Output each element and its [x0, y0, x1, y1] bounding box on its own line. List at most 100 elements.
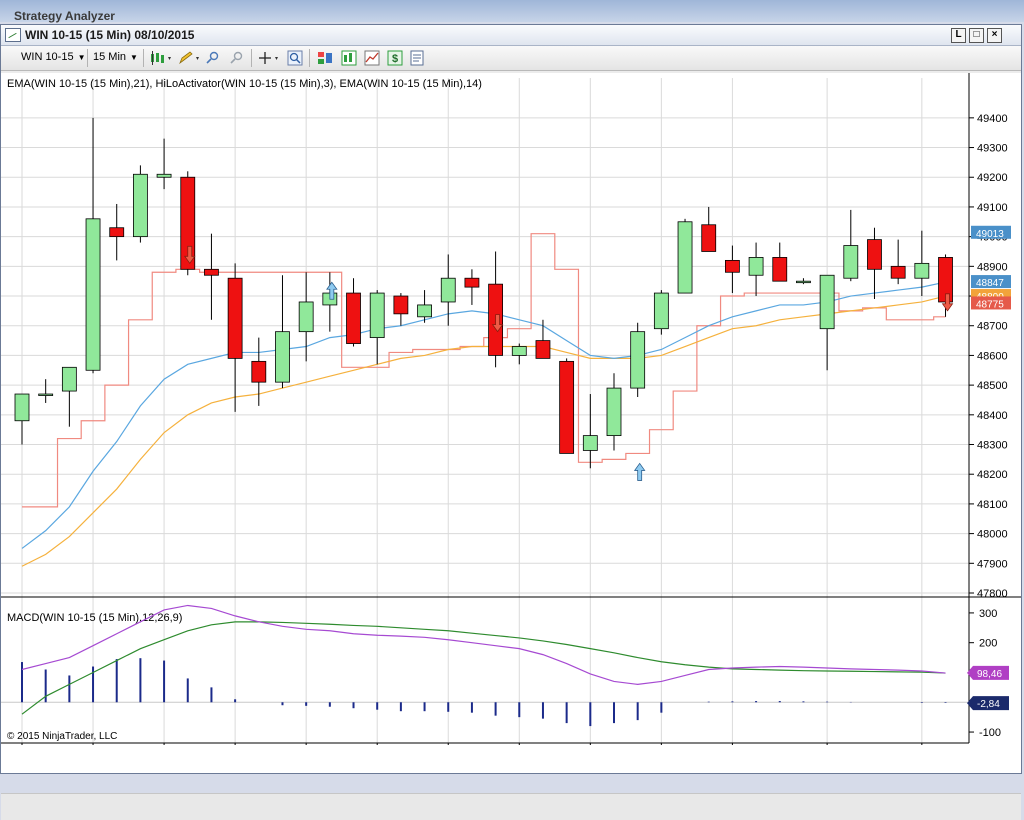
- price-tag-label: 48775: [976, 299, 1004, 310]
- candle-up: [369, 292, 385, 339]
- close-button[interactable]: ×: [987, 28, 1002, 43]
- candle-up: [156, 173, 172, 178]
- pencil-draw-icon[interactable]: [177, 50, 201, 66]
- y-tick-label: 48600: [977, 350, 1008, 362]
- toolbar-separator: [309, 49, 310, 67]
- chevron-down-icon: ▼: [130, 53, 138, 62]
- candle-down: [890, 265, 906, 279]
- macd-y-tick-label: 200: [979, 638, 997, 650]
- chart-window-icon: [5, 28, 21, 42]
- candle-up: [582, 435, 598, 451]
- chart-window: WIN 10-15 (15 Min) 08/10/2015 L □ × WIN …: [0, 24, 1022, 820]
- candle-down: [701, 224, 717, 252]
- candle-down: [464, 277, 480, 288]
- candle-up: [630, 331, 646, 389]
- chart-canvas[interactable]: 4940049300492004910049000489004880048700…: [1, 73, 1021, 760]
- candle-down: [227, 277, 243, 359]
- instrument-label: WIN 10-15: [21, 51, 74, 63]
- y-tick-label: 48300: [977, 440, 1008, 452]
- background-window-titlebar: Strategy Analyzer: [0, 0, 1024, 23]
- chart-window-title: WIN 10-15 (15 Min) 08/10/2015: [25, 28, 195, 42]
- candle-up: [38, 393, 54, 396]
- y-tick-label: 48100: [977, 499, 1008, 511]
- candlestick-style-icon[interactable]: [149, 50, 173, 66]
- data-box-icon[interactable]: [341, 50, 357, 66]
- chart-area[interactable]: 4940049300492004910049000489004880048700…: [1, 73, 1021, 820]
- toolbar-separator: [251, 49, 252, 67]
- candle-up: [843, 245, 859, 279]
- candle-up: [796, 280, 811, 284]
- price-tag-label: 49013: [976, 229, 1004, 240]
- candle-up: [440, 277, 456, 303]
- instrument-selector[interactable]: WIN 10-15 ▼: [21, 49, 86, 66]
- hilo-activator-line: [22, 233, 946, 508]
- maximize-button[interactable]: □: [969, 28, 984, 43]
- strategy-icon[interactable]: [317, 50, 333, 66]
- horizontal-scrollbar[interactable]: [1, 793, 1021, 820]
- candle-up: [298, 301, 314, 333]
- price-tag-label: 48847: [976, 278, 1004, 289]
- macd-line: [21, 621, 946, 715]
- candle-down: [772, 257, 788, 282]
- candle-down: [251, 360, 267, 383]
- y-tick-label: 48500: [977, 380, 1008, 392]
- y-tick-label: 47900: [977, 558, 1008, 570]
- candle-up: [275, 331, 290, 383]
- toolbar-separator: [87, 49, 88, 67]
- candle-down: [725, 259, 740, 273]
- background-window-title: Strategy Analyzer: [14, 9, 115, 23]
- candle-up: [677, 221, 693, 294]
- link-button[interactable]: L: [951, 28, 966, 43]
- add-indicator-icon[interactable]: [205, 50, 221, 66]
- candle-down: [346, 292, 361, 344]
- candle-up: [653, 292, 669, 330]
- template-icon[interactable]: [409, 50, 425, 66]
- y-tick-label: 48900: [977, 261, 1008, 273]
- y-tick-label: 48700: [977, 321, 1008, 333]
- candle-up: [417, 304, 432, 318]
- chart-titlebar[interactable]: WIN 10-15 (15 Min) 08/10/2015 L □ ×: [1, 25, 1021, 46]
- candle-down: [867, 239, 882, 270]
- copyright-label: © 2015 NinjaTrader, LLC: [7, 731, 117, 742]
- candle-up: [132, 173, 148, 238]
- svg-text:$: $: [392, 53, 398, 65]
- y-tick-label: 49400: [977, 113, 1008, 125]
- candle-up: [85, 218, 101, 371]
- candle-down: [393, 295, 409, 315]
- candle-up: [748, 257, 764, 276]
- y-tick-label: 47800: [977, 588, 1008, 600]
- candle-up: [14, 393, 30, 422]
- y-tick-label: 48000: [977, 529, 1008, 541]
- chart-toolbar: WIN 10-15 ▼ 15 Min ▼ $: [1, 46, 1021, 71]
- chevron-down-icon: ▼: [77, 53, 86, 62]
- interval-label: 15 Min: [93, 51, 127, 63]
- macd-value-tag-label: -2,84: [977, 699, 1000, 710]
- y-tick-label: 49300: [977, 143, 1008, 155]
- zoom-icon[interactable]: [287, 50, 303, 66]
- candle-down: [204, 268, 219, 276]
- y-tick-label: 49200: [977, 172, 1008, 184]
- interval-selector[interactable]: 15 Min ▼: [93, 49, 138, 66]
- candle-down: [535, 340, 551, 359]
- candle-up: [511, 346, 527, 356]
- chart-properties-icon[interactable]: [364, 50, 380, 66]
- macd-y-tick-label: 300: [979, 608, 997, 620]
- y-tick-label: 48200: [977, 469, 1008, 481]
- toolbar-separator: [143, 49, 144, 67]
- crosshair-icon[interactable]: [257, 50, 281, 66]
- candle-up: [61, 366, 77, 392]
- candle-up: [914, 262, 930, 279]
- y-tick-label: 48400: [977, 410, 1008, 422]
- remove-icon[interactable]: [229, 50, 245, 66]
- candle-up: [819, 274, 835, 330]
- dollar-icon[interactable]: $: [387, 50, 403, 66]
- macd-value-tag-label: 98,46: [977, 669, 1002, 680]
- candle-up: [606, 387, 622, 437]
- buy-arrow-icon: [633, 462, 646, 481]
- candle-down: [559, 360, 575, 454]
- candle-down: [109, 227, 125, 238]
- macd-y-tick-label: -100: [979, 727, 1001, 739]
- indicators-label: EMA(WIN 10-15 (15 Min),21), HiLoActivato…: [7, 78, 482, 90]
- y-tick-label: 49100: [977, 202, 1008, 214]
- ema-21-line: [21, 295, 946, 567]
